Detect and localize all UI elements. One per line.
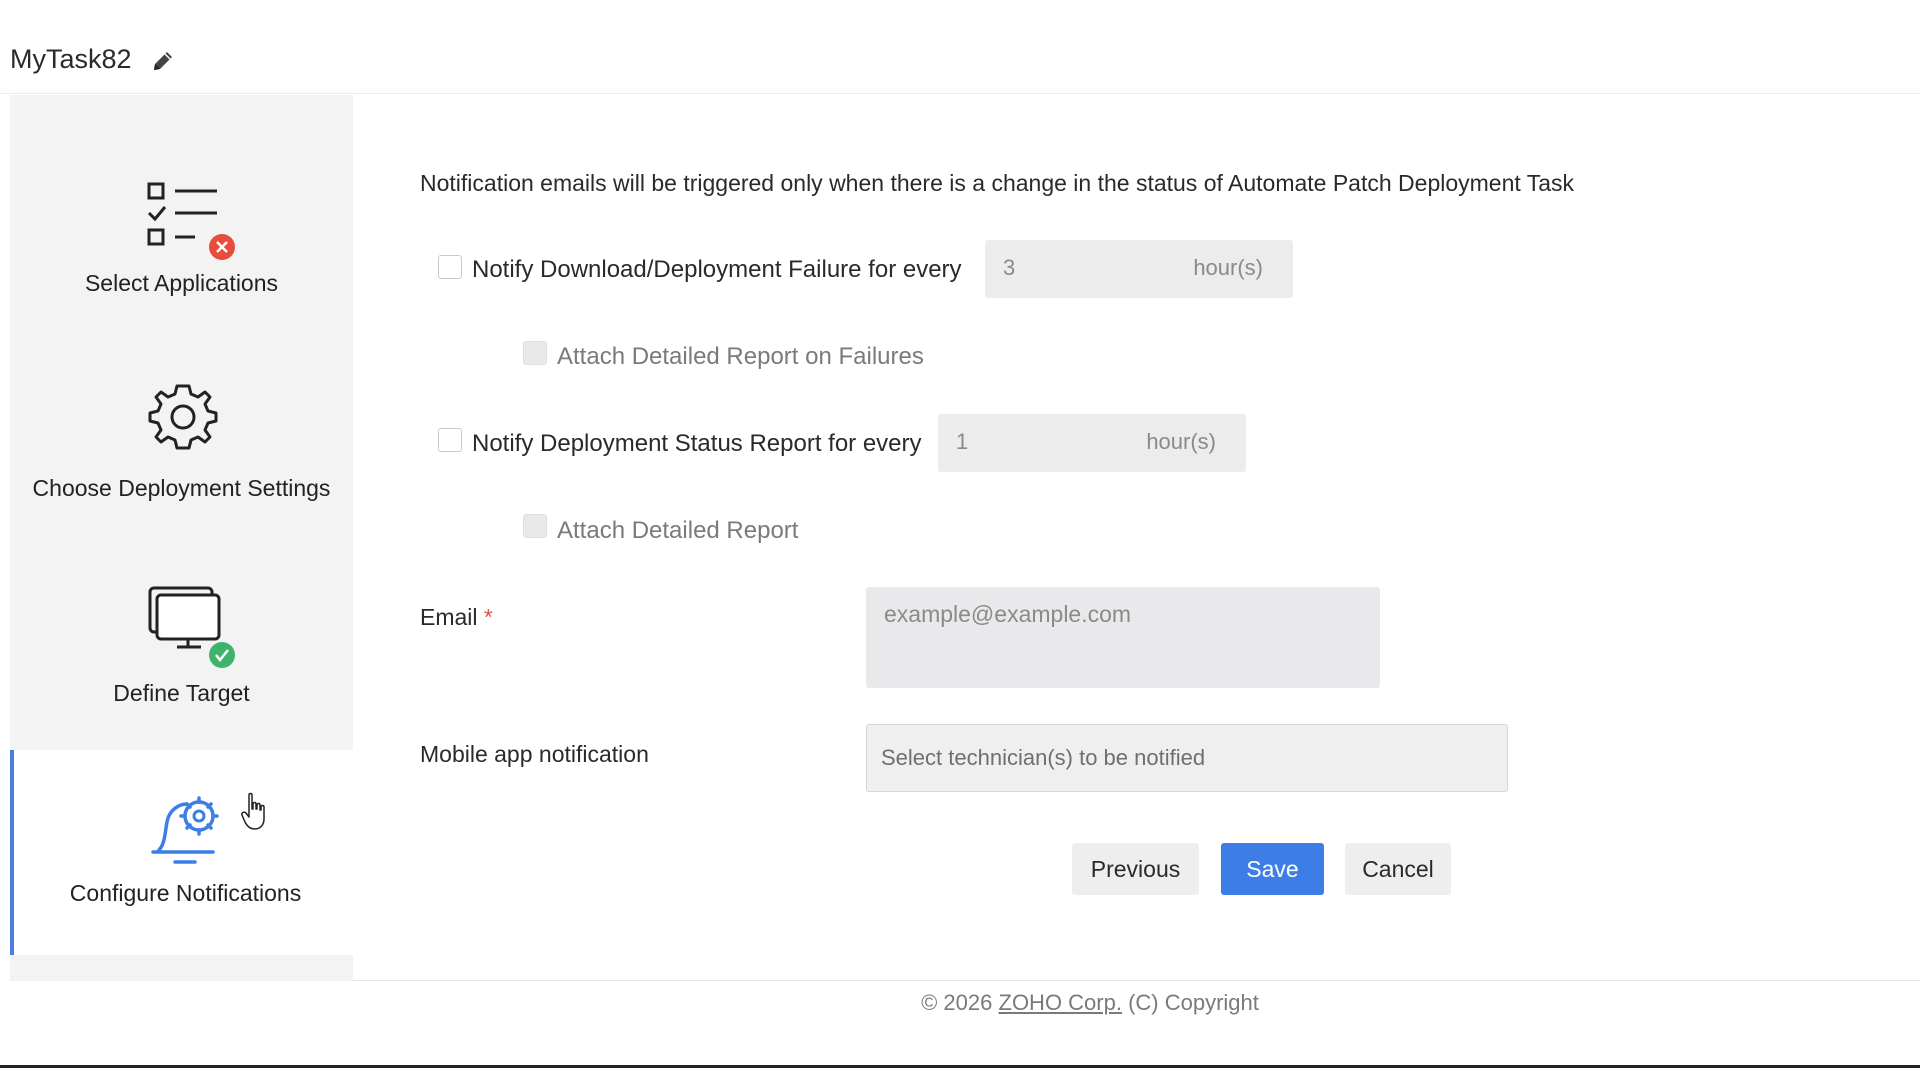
gear-icon [148, 382, 218, 457]
mobile-notification-label: Mobile app notification [420, 741, 649, 767]
footer-suffix: (C) Copyright [1121, 990, 1259, 1015]
error-badge-icon [208, 233, 236, 266]
zoho-corp-link[interactable]: ZOHO Corp. [999, 990, 1122, 1015]
email-label-text: Email [420, 604, 478, 630]
pencil-icon[interactable] [150, 48, 176, 74]
status-attach-label: Attach Detailed Report [557, 517, 799, 544]
step-configure-notifications[interactable]: Configure Notifications [10, 750, 353, 955]
bell-gear-icon [147, 792, 227, 873]
failure-hours-input[interactable]: 3 hour(s) [985, 240, 1293, 298]
step-select-applications[interactable]: Select Applications [10, 95, 353, 300]
failure-attach-label: Attach Detailed Report on Failures [557, 343, 924, 370]
email-input[interactable]: example@example.com [866, 587, 1380, 688]
email-placeholder: example@example.com [884, 601, 1132, 627]
hand-cursor-icon [240, 792, 270, 832]
technician-select[interactable]: Select technician(s) to be notified [866, 724, 1508, 792]
failure-hours-unit: hour(s) [1193, 255, 1263, 280]
success-badge-icon [208, 641, 236, 674]
step-label: Select Applications [84, 270, 279, 296]
required-mark: * [483, 604, 493, 630]
step-label: Configure Notifications [69, 880, 302, 906]
footer: © 2026 ZOHO Corp. (C) Copyright [0, 990, 1920, 1016]
step-label: Define Target [113, 680, 250, 706]
step-deployment-settings[interactable]: Choose Deployment Settings [10, 300, 353, 505]
status-notify-checkbox[interactable] [438, 428, 462, 452]
email-label: Email * [420, 604, 493, 631]
notification-info-text: Notification emails will be triggered on… [420, 170, 1575, 196]
task-title: MyTask82 [10, 44, 132, 74]
previous-button[interactable]: Previous [1072, 843, 1199, 895]
step-label: Choose Deployment Settings [32, 475, 331, 501]
failure-hours-value: 3 [1003, 255, 1016, 280]
failure-notify-checkbox[interactable] [438, 255, 462, 279]
status-attach-checkbox[interactable] [523, 514, 547, 538]
status-notify-label: Notify Deployment Status Report for ever… [472, 430, 922, 457]
save-button[interactable]: Save [1221, 843, 1324, 895]
wizard-sidebar: Select Applications Choose Deployment Se… [10, 95, 353, 981]
failure-notify-label: Notify Download/Deployment Failure for e… [472, 256, 962, 283]
technician-select-placeholder: Select technician(s) to be notified [881, 745, 1206, 770]
cancel-button[interactable]: Cancel [1345, 843, 1451, 895]
status-hours-input[interactable]: 1 hour(s) [938, 414, 1246, 472]
footer-prefix: © 2026 [921, 990, 999, 1015]
title-bar: MyTask82 [0, 0, 1920, 94]
failure-attach-checkbox[interactable] [523, 341, 547, 365]
step-define-target[interactable]: Define Target [10, 505, 353, 710]
status-hours-unit: hour(s) [1146, 429, 1216, 454]
status-hours-value: 1 [956, 429, 969, 454]
